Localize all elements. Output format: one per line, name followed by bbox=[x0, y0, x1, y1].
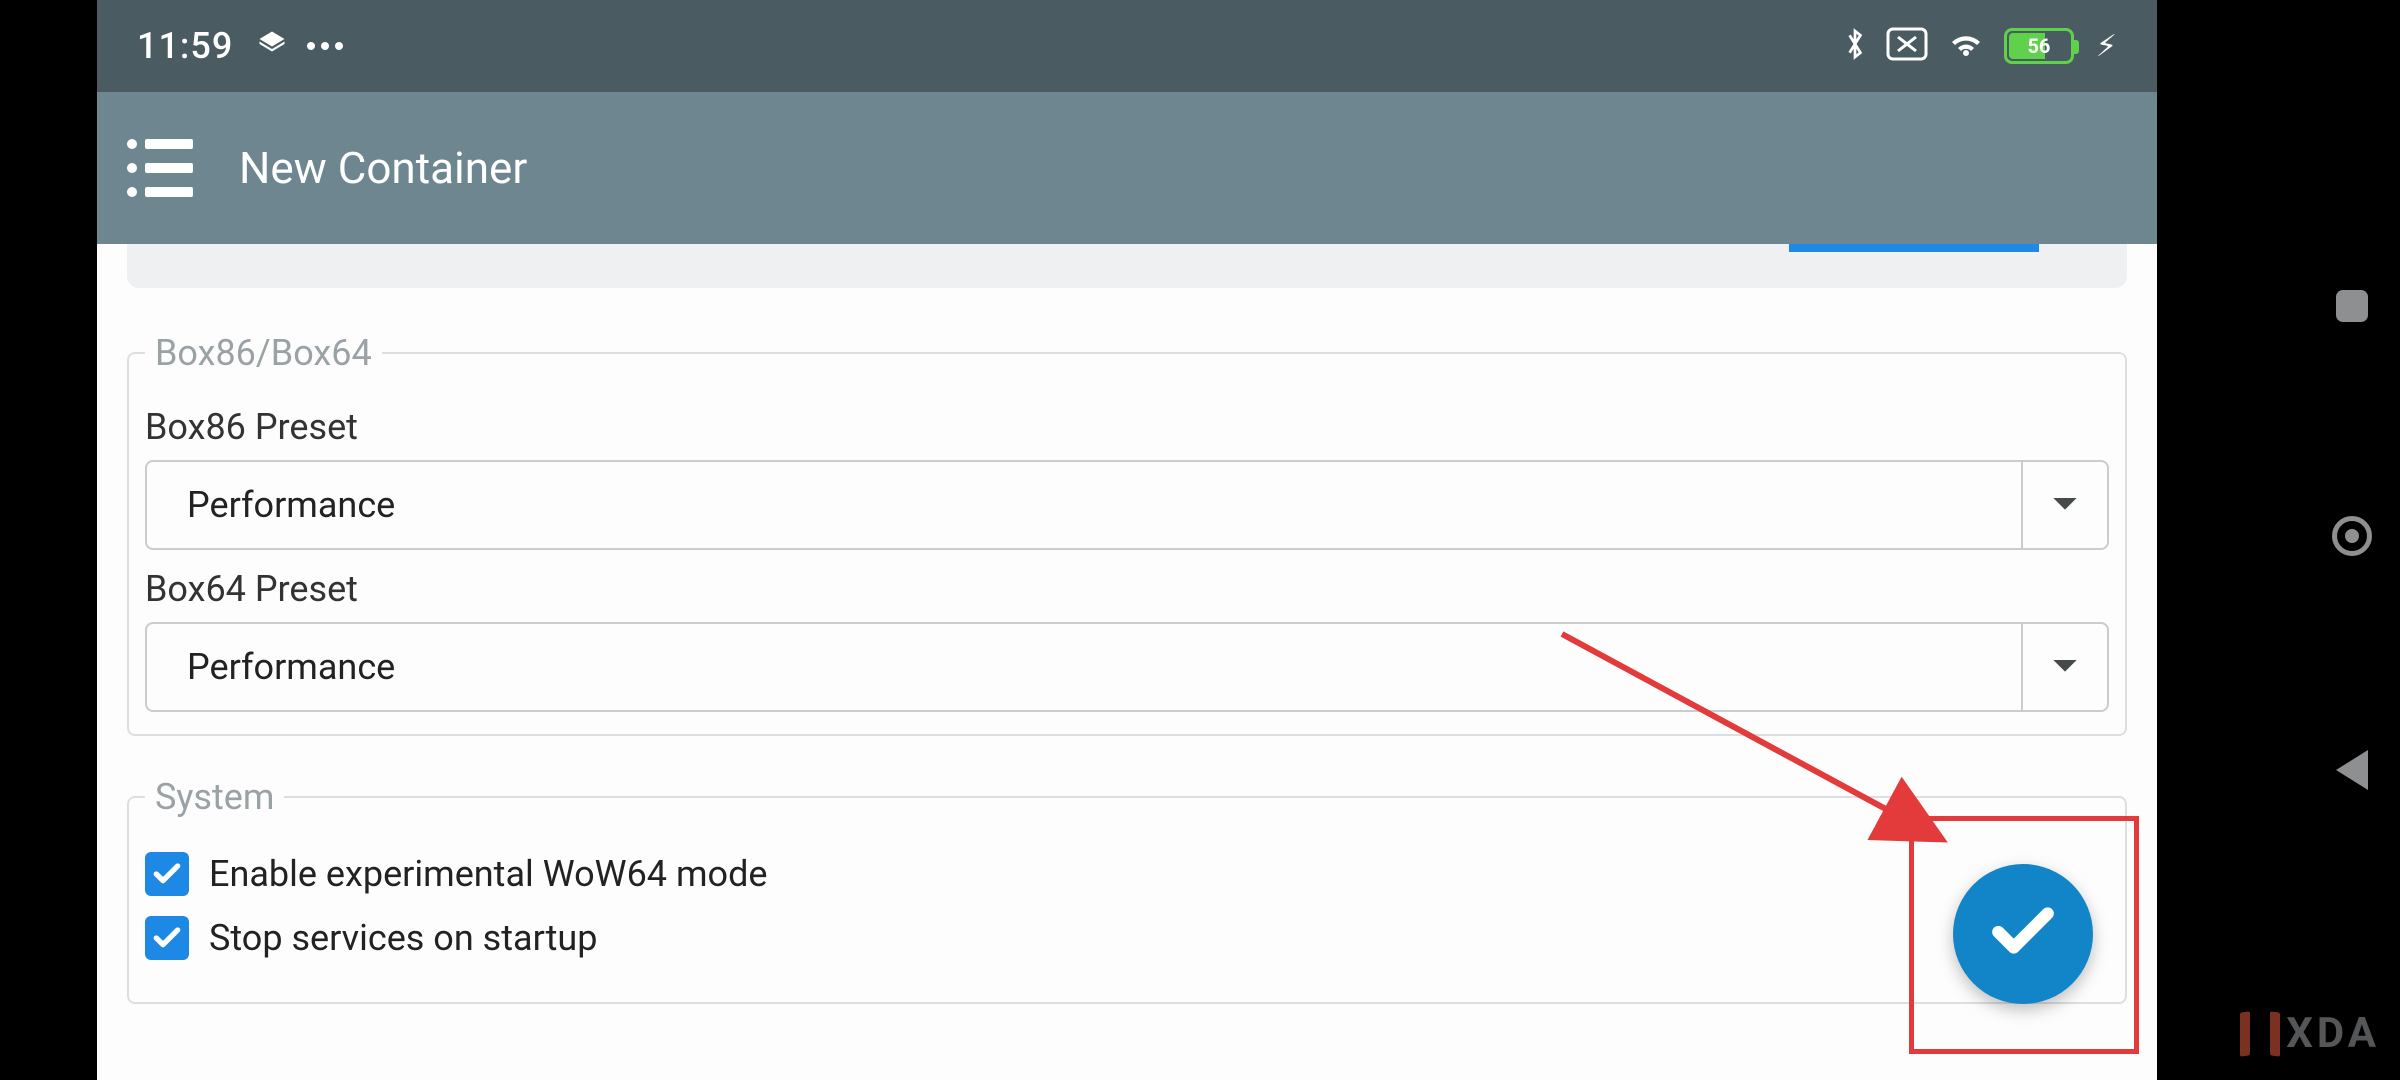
check-icon bbox=[1986, 895, 2060, 973]
phone-screen: 11:59 56 ⚡︎ bbox=[97, 0, 2157, 1080]
wifi-icon bbox=[1946, 28, 1986, 64]
chevron-down-icon bbox=[2021, 462, 2107, 548]
box86-preset-select[interactable]: Performance bbox=[145, 460, 2109, 550]
home-button[interactable] bbox=[2332, 516, 2372, 556]
wow64-label: Enable experimental WoW64 mode bbox=[209, 853, 767, 895]
content-area: Box86/Box64 Box86 Preset Performance Box… bbox=[97, 244, 2157, 1004]
tab-strip[interactable] bbox=[127, 244, 2127, 288]
status-right: 56 ⚡︎ bbox=[1842, 25, 2117, 67]
screencast-off-icon bbox=[1886, 27, 1928, 65]
box64-preset-label: Box64 Preset bbox=[145, 568, 2109, 610]
system-legend: System bbox=[145, 776, 284, 818]
more-icon bbox=[307, 37, 343, 56]
watermark: XDA bbox=[2240, 1009, 2380, 1058]
box64-preset-select[interactable]: Performance bbox=[145, 622, 2109, 712]
system-group: System Enable experimental WoW64 mode St… bbox=[127, 776, 2127, 1004]
back-button[interactable] bbox=[2336, 750, 2368, 790]
layers-icon bbox=[257, 29, 287, 63]
recents-button[interactable] bbox=[2336, 290, 2368, 322]
watermark-text: XDA bbox=[2286, 1009, 2380, 1058]
box-presets-group: Box86/Box64 Box86 Preset Performance Box… bbox=[127, 332, 2127, 736]
box86-preset-value: Performance bbox=[147, 462, 2021, 548]
box-presets-legend: Box86/Box64 bbox=[145, 332, 382, 374]
clock: 11:59 bbox=[137, 25, 233, 67]
status-left: 11:59 bbox=[137, 25, 343, 67]
stop-services-checkbox[interactable]: Stop services on startup bbox=[145, 916, 2109, 960]
bluetooth-icon bbox=[1842, 25, 1868, 67]
chevron-down-icon bbox=[2021, 624, 2107, 710]
box64-preset-value: Performance bbox=[147, 624, 2021, 710]
confirm-fab[interactable] bbox=[1953, 864, 2093, 1004]
battery-icon: 56 bbox=[2004, 28, 2074, 64]
charging-icon: ⚡︎ bbox=[2096, 29, 2117, 64]
page-title: New Container bbox=[239, 142, 527, 194]
checkbox-checked-icon bbox=[145, 916, 189, 960]
menu-icon[interactable] bbox=[127, 139, 193, 197]
box86-preset-label: Box86 Preset bbox=[145, 406, 2109, 448]
wow64-checkbox[interactable]: Enable experimental WoW64 mode bbox=[145, 852, 2109, 896]
checkbox-checked-icon bbox=[145, 852, 189, 896]
status-bar: 11:59 56 ⚡︎ bbox=[97, 0, 2157, 92]
android-nav-bar bbox=[2303, 260, 2400, 820]
watermark-logo-icon bbox=[2240, 1012, 2280, 1056]
stop-services-label: Stop services on startup bbox=[209, 917, 598, 959]
app-bar: New Container bbox=[97, 92, 2157, 244]
